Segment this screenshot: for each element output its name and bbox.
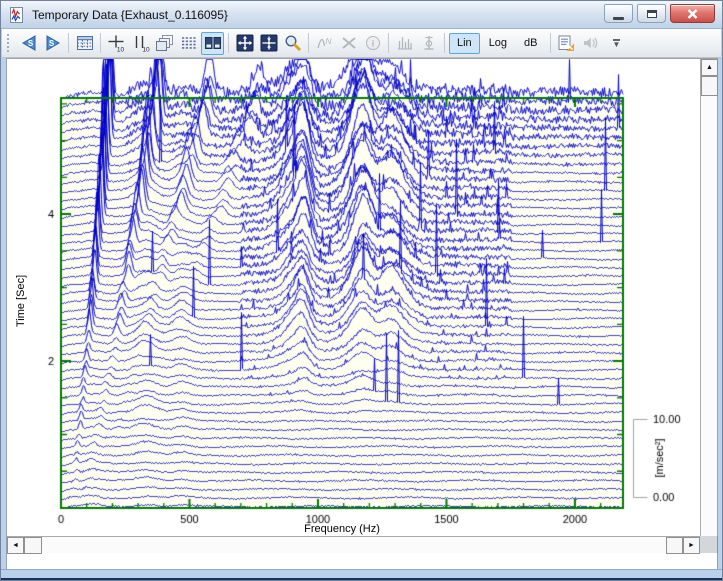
single-cursor-icon: 10: [107, 34, 126, 53]
scroll-right-button[interactable]: ►: [683, 537, 700, 554]
toolbar-grip[interactable]: [7, 34, 12, 52]
db-scale-button[interactable]: dB: [516, 33, 545, 54]
window-bottom-edge: [1, 578, 722, 580]
waterfall-display-button[interactable]: [153, 32, 176, 55]
colormap-display-icon: [180, 34, 198, 52]
colormap-display-button[interactable]: [177, 32, 200, 55]
svg-text:S: S: [27, 39, 33, 48]
zoom-in-region-icon: [236, 34, 254, 52]
double-cursor-icon: 10: [131, 34, 150, 53]
data-table-icon: [76, 34, 94, 52]
minimize-button[interactable]: [604, 4, 633, 23]
toolbar-separator: [308, 33, 309, 53]
overflow-arrow-icon: ▼: [613, 42, 621, 48]
toolbar-separator: [68, 33, 69, 53]
application-window: Temporary Data {Exhaust_0.116095} S: [0, 0, 723, 581]
front-back-display-button[interactable]: [201, 32, 224, 55]
play-sound-button: [579, 32, 602, 55]
scroll-left-button[interactable]: ◄: [7, 537, 24, 554]
scroll-left-icon: ◄: [12, 542, 19, 549]
curve-fit-icon: N: [316, 34, 334, 52]
toolbar-separator: [388, 33, 389, 53]
toolbar-separator: [550, 33, 551, 53]
single-cursor-button[interactable]: 10: [105, 32, 128, 55]
info-icon: i: [364, 34, 382, 52]
scroll-right-icon: ►: [688, 542, 695, 549]
restore-icon: [647, 10, 657, 18]
main-toolbar: S S 10: [2, 29, 721, 58]
curve-fit-button: N: [313, 32, 336, 55]
waterfall-display-icon: [155, 34, 174, 53]
double-cursor-button[interactable]: 10: [129, 32, 152, 55]
scrollbar-corner: [700, 536, 717, 553]
horizontal-scrollbar-thumb[interactable]: [24, 537, 42, 554]
log-scale-button[interactable]: Log: [481, 33, 515, 54]
window-title: Temporary Data {Exhaust_0.116095}: [32, 8, 228, 22]
plot-client-area: Frequency (Hz) Time [Sec] ▲ ▼ ◄ ►: [6, 58, 718, 571]
next-block-icon: S: [43, 34, 63, 52]
waterfall-plot-canvas[interactable]: [7, 59, 700, 553]
export-picture-icon: [557, 34, 576, 53]
vertical-scrollbar-track[interactable]: [701, 96, 717, 536]
toolbar-separator: [228, 33, 229, 53]
close-icon: [687, 9, 698, 19]
minimize-icon: [613, 17, 624, 20]
title-bar[interactable]: Temporary Data {Exhaust_0.116095}: [1, 1, 722, 29]
close-button[interactable]: [670, 4, 715, 23]
toolbar-separator: [100, 33, 101, 53]
front-back-display-icon: [204, 34, 222, 52]
vertical-scrollbar[interactable]: ▲ ▼: [700, 59, 717, 553]
zoom-out-region-icon: [260, 34, 278, 52]
zoom-out-region-button[interactable]: [257, 32, 280, 55]
export-picture-button[interactable]: [555, 32, 578, 55]
svg-text:10: 10: [142, 46, 150, 53]
scroll-up-icon: ▲: [706, 64, 713, 71]
previous-block-icon: S: [19, 34, 39, 52]
window-controls: [604, 4, 715, 23]
previous-block-button[interactable]: S: [17, 32, 40, 55]
anchor-cursor-icon: [420, 34, 438, 52]
delete-curve-button: [337, 32, 360, 55]
zoom-tool-button[interactable]: [281, 32, 304, 55]
svg-text:N: N: [325, 36, 332, 46]
vertical-scrollbar-thumb[interactable]: [701, 76, 718, 96]
speaker-icon: [581, 34, 599, 52]
next-block-button[interactable]: S: [41, 32, 64, 55]
harmonic-cursor-icon: [396, 34, 414, 52]
zoom-in-region-button[interactable]: [233, 32, 256, 55]
magnifier-icon: [284, 34, 302, 52]
harmonic-cursor-button: [393, 32, 416, 55]
svg-text:S: S: [48, 39, 54, 48]
svg-text:10: 10: [117, 46, 125, 53]
delete-curve-icon: [340, 34, 358, 52]
svg-text:i: i: [371, 39, 374, 49]
horizontal-scrollbar-track[interactable]: [42, 537, 666, 553]
toolbar-overflow-button[interactable]: ▼: [613, 39, 621, 48]
restore-button[interactable]: [637, 4, 666, 23]
toolbar-separator: [444, 33, 445, 53]
horizontal-scrollbar[interactable]: ◄ ►: [7, 536, 700, 553]
lin-scale-button[interactable]: Lin: [449, 33, 480, 54]
anchor-cursor-button: [417, 32, 440, 55]
window-icon: [9, 7, 25, 23]
data-table-button[interactable]: [73, 32, 96, 55]
info-button: i: [361, 32, 384, 55]
scroll-page-button[interactable]: [666, 537, 683, 554]
scroll-up-button[interactable]: ▲: [701, 59, 718, 76]
